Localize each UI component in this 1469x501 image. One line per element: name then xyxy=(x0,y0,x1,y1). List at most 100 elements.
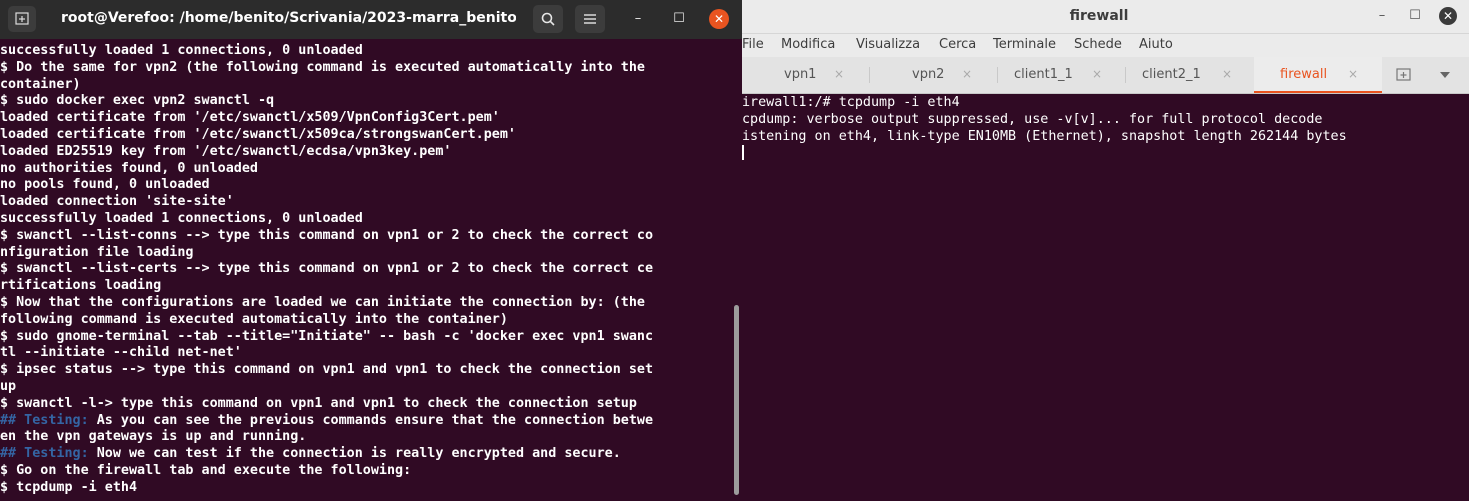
main-terminal-output[interactable]: successfully loaded 1 connections, 0 unl… xyxy=(0,39,742,501)
tab-close-icon[interactable]: × xyxy=(1348,67,1358,81)
line-text: rtifications loading xyxy=(0,278,162,294)
scrollbar-thumb[interactable] xyxy=(734,305,739,495)
line-text: As you can see the previous commands ens… xyxy=(88,412,654,428)
tab-close-icon[interactable]: × xyxy=(834,67,844,81)
terminal-line: $ Now that the configurations are loaded… xyxy=(0,295,653,312)
maximize-icon[interactable]: ☐ xyxy=(669,10,689,28)
terminal-line: container) xyxy=(0,77,653,94)
terminal-line: ## Testing: As you can see the previous … xyxy=(0,413,653,430)
line-text: $ Now that the configurations are loaded… xyxy=(0,294,645,310)
tab-client1-1[interactable]: client1_1 × xyxy=(998,57,1126,93)
terminal-line: rtifications loading xyxy=(0,278,653,295)
terminal-line: loaded connection 'site-site' xyxy=(0,194,653,211)
terminal-line: no authorities found, 0 unloaded xyxy=(0,161,653,178)
tab-firewall[interactable]: firewall × xyxy=(1254,57,1382,93)
terminal-line: cpdump: verbose output suppressed, use -… xyxy=(742,111,1323,127)
terminal-line: $ swanctl --list-certs --> type this com… xyxy=(0,261,653,278)
terminal-line: $ sudo docker exec vpn2 swanctl -q xyxy=(0,93,653,110)
line-text: loaded certificate from '/etc/swanctl/x5… xyxy=(0,110,500,126)
line-text: $ ipsec status --> type this command on … xyxy=(0,362,654,378)
line-text: $ sudo docker exec vpn2 swanctl -q xyxy=(0,93,275,109)
line-text: $ swanctl --list-conns --> type this com… xyxy=(0,227,654,243)
tab-vpn2[interactable]: vpn2 × xyxy=(870,57,998,93)
firewall-titlebar[interactable]: firewall – ☐ ✕ xyxy=(742,0,1469,34)
terminal-line: following command is executed automatica… xyxy=(0,312,653,329)
line-text: $ sudo gnome-terminal --tab --title="Ini… xyxy=(0,328,654,344)
terminal-line: $ tcpdump -i eth4 xyxy=(0,480,653,497)
terminal-line: tl --initiate --child net-net' xyxy=(0,345,653,362)
tab-client2-1[interactable]: client2_1 × xyxy=(1126,57,1254,93)
new-tab-icon xyxy=(15,12,29,25)
terminal-line: successfully loaded 1 connections, 0 unl… xyxy=(0,43,653,60)
terminal-line: $ Do the same for vpn2 (the following co… xyxy=(0,60,653,77)
line-text: $ tcpdump -i eth4 xyxy=(0,479,138,495)
menubar: File Modifica Visualizza Cerca Terminale… xyxy=(742,34,1469,57)
menu-visualizza[interactable]: Visualizza xyxy=(856,37,920,52)
close-icon[interactable]: ✕ xyxy=(1439,7,1457,25)
search-button[interactable] xyxy=(533,5,563,33)
line-text: $ swanctl --list-certs --> type this com… xyxy=(0,261,654,277)
tab-bar: vpn1 × vpn2 × client1_1 × client2_1 × fi… xyxy=(742,57,1469,94)
menu-cerca[interactable]: Cerca xyxy=(939,37,976,52)
line-text: following command is executed automatica… xyxy=(0,311,508,327)
new-tab-button[interactable] xyxy=(8,6,36,32)
line-text: $ Do the same for vpn2 (the following co… xyxy=(0,59,645,75)
terminal-lines: irewall1:/# tcpdump -i eth4 cpdump: verbo… xyxy=(742,95,1347,162)
terminal-line: $ ipsec status --> type this command on … xyxy=(0,362,653,379)
line-text: loaded ED25519 key from '/etc/swanctl/ec… xyxy=(0,143,452,159)
maximize-icon[interactable]: ☐ xyxy=(1405,7,1425,25)
close-icon[interactable]: ✕ xyxy=(709,9,729,29)
window-title: firewall xyxy=(1069,8,1129,24)
tab-vpn1[interactable]: vpn1 × xyxy=(742,57,870,93)
comment-marker: ## Testing: xyxy=(0,446,89,462)
chevron-down-icon[interactable] xyxy=(1439,71,1451,79)
tab-close-icon[interactable]: × xyxy=(1092,67,1102,81)
menu-button[interactable] xyxy=(575,5,605,33)
minimize-icon[interactable]: – xyxy=(1372,7,1392,25)
terminal-line: up xyxy=(0,379,653,396)
menu-schede[interactable]: Schede xyxy=(1074,37,1122,52)
terminal-line: $ sudo gnome-terminal --tab --title="Ini… xyxy=(0,329,653,346)
line-text: no authorities found, 0 unloaded xyxy=(0,160,258,176)
line-text: loaded connection 'site-site' xyxy=(0,194,234,210)
terminal-line: en the vpn gateways is up and running. xyxy=(0,429,653,446)
tab-label: client1_1 xyxy=(1014,67,1073,82)
terminal-line: nfiguration file loading xyxy=(0,245,653,262)
main-titlebar[interactable]: root@Verefoo: /home/benito/Scrivania/202… xyxy=(0,0,742,39)
tab-label: vpn1 xyxy=(784,67,817,82)
terminal-line: loaded ED25519 key from '/etc/swanctl/ec… xyxy=(0,144,653,161)
menu-modifica[interactable]: Modifica xyxy=(781,37,835,52)
new-tab-icon[interactable] xyxy=(1396,68,1412,82)
menu-aiuto[interactable]: Aiuto xyxy=(1139,37,1173,52)
terminal-line: $ Go on the firewall tab and execute the… xyxy=(0,463,653,480)
menu-terminale[interactable]: Terminale xyxy=(993,37,1056,52)
line-text: loaded certificate from '/etc/swanctl/x5… xyxy=(0,126,516,142)
line-text: nfiguration file loading xyxy=(0,244,194,260)
terminal-line: ## Testing: Now we can test if the conne… xyxy=(0,446,653,463)
line-text: container) xyxy=(0,76,81,92)
tab-label: client2_1 xyxy=(1142,67,1201,82)
line-text: tl --initiate --child net-net' xyxy=(0,345,242,361)
hamburger-menu-icon xyxy=(584,14,596,24)
search-icon xyxy=(541,12,555,26)
terminal-line: istening on eth4, link-type EN10MB (Ethe… xyxy=(742,128,1347,144)
terminal-line: irewall1:/# tcpdump -i eth4 xyxy=(742,95,960,110)
line-text: Now we can test if the connection is rea… xyxy=(88,446,621,462)
terminal-line xyxy=(742,145,1347,162)
terminal-line: successfully loaded 1 connections, 0 unl… xyxy=(0,211,653,228)
terminal-lines: successfully loaded 1 connections, 0 unl… xyxy=(0,43,653,497)
tab-close-icon[interactable]: × xyxy=(1222,67,1232,81)
main-terminal-window: root@Verefoo: /home/benito/Scrivania/202… xyxy=(0,0,742,501)
terminal-line: $ swanctl -l-> type this command on vpn1… xyxy=(0,396,653,413)
menu-file[interactable]: File xyxy=(742,37,764,52)
minimize-icon[interactable]: – xyxy=(628,10,648,28)
line-text: successfully loaded 1 connections, 0 unl… xyxy=(0,43,363,58)
terminal-line: loaded certificate from '/etc/swanctl/x5… xyxy=(0,127,653,144)
firewall-terminal-window: firewall – ☐ ✕ File Modifica Visualizza … xyxy=(742,0,1469,501)
comment-marker: ## Testing: xyxy=(0,412,89,428)
line-text: successfully loaded 1 connections, 0 unl… xyxy=(0,210,363,226)
window-title: root@Verefoo: /home/benito/Scrivania/202… xyxy=(61,10,516,26)
tab-close-icon[interactable]: × xyxy=(962,67,972,81)
terminal-line: $ swanctl --list-conns --> type this com… xyxy=(0,228,653,245)
firewall-terminal-output[interactable]: irewall1:/# tcpdump -i eth4 cpdump: verbo… xyxy=(742,94,1469,501)
